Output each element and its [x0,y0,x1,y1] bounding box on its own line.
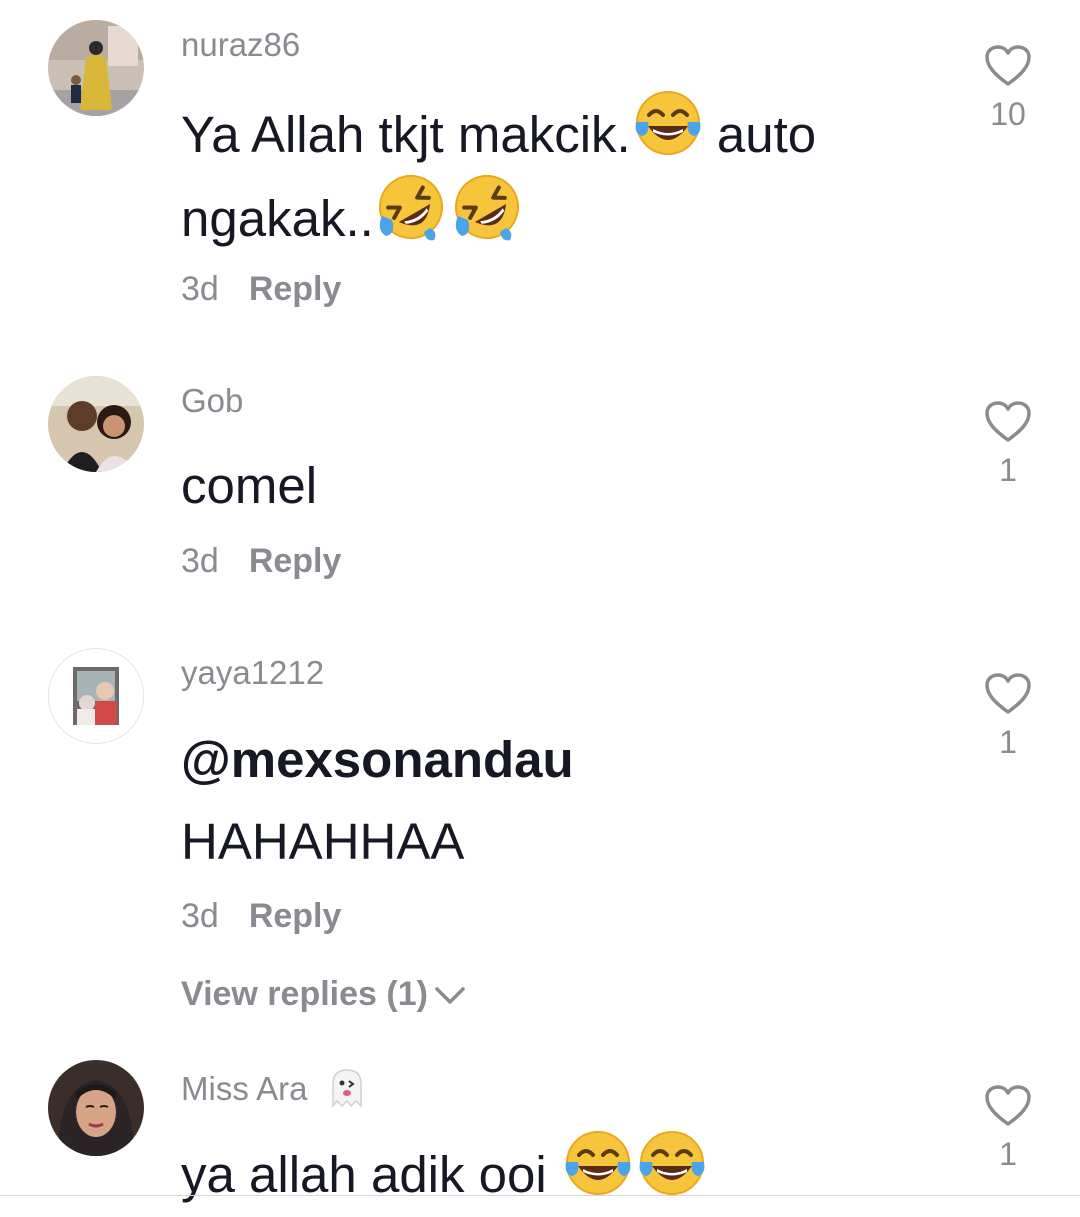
comment-username[interactable]: nuraz86 [181,26,300,64]
reply-button[interactable]: Reply [249,270,342,308]
like-count: 1 [999,452,1017,488]
comment-text: ya allah adik ooi [181,1128,707,1217]
rolling-on-floor-laughing-emoji-icon [375,172,446,242]
comment-age: 3d [181,897,219,935]
view-replies-button[interactable]: View replies (1) [181,975,466,1014]
avatar[interactable] [48,1060,144,1156]
like-control: 1 [978,672,1038,761]
tears-of-joy-emoji-icon [563,1130,633,1196]
comment-text: Ya Allah tkjt makcik. auto [181,88,816,177]
bottom-divider [0,1195,1080,1196]
avatar[interactable] [48,20,144,116]
avatar[interactable] [48,376,144,472]
comment-text-part: ngakak.. [181,190,374,247]
reply-button[interactable]: Reply [249,542,342,580]
like-control: 1 [978,400,1038,489]
comment-username[interactable]: Gob [181,382,243,420]
comment-text-part: Ya Allah tkjt makcik. [181,106,631,163]
like-count: 1 [999,1136,1017,1172]
comment-text-part: comel [181,457,318,514]
comment-text-line-2: ngakak.. [181,172,522,261]
like-count: 10 [990,96,1026,132]
view-replies-label: View replies (1) [181,975,428,1013]
comment-text-part: auto [702,106,817,163]
comment-text: @mexsonandau [181,718,574,802]
comment-meta: 3d Reply [181,270,341,309]
heart-outline-icon[interactable] [984,672,1032,716]
comment-meta: 3d Reply [181,897,341,936]
heart-outline-icon[interactable] [984,44,1032,88]
tears-of-joy-emoji-icon [637,1130,707,1196]
comment-username[interactable]: Miss Ara [181,1066,369,1110]
ghost-emoji-icon [331,1069,362,1109]
like-count: 1 [999,724,1017,760]
comment-age: 3d [181,542,219,580]
comment-username-label: Miss Ara [181,1070,308,1107]
comment-text: comel [181,444,317,528]
heart-outline-icon[interactable] [984,1084,1032,1128]
heart-outline-icon[interactable] [984,400,1032,444]
avatar[interactable] [48,648,144,744]
rolling-on-floor-laughing-emoji-icon [451,172,522,242]
tears-of-joy-emoji-icon [633,90,703,156]
like-control: 1 [978,1084,1038,1173]
like-control: 10 [978,44,1038,133]
comment-meta: 3d Reply [181,542,341,581]
chevron-down-icon [435,987,465,1004]
comment-username[interactable]: yaya1212 [181,654,324,692]
mention-link[interactable]: @mexsonandau [181,731,574,788]
reply-button[interactable]: Reply [249,897,342,935]
comment-text-line-2: HAHAHHAA [181,800,464,884]
comment-age: 3d [181,270,219,308]
comment-text-part: HAHAHHAA [181,813,465,870]
